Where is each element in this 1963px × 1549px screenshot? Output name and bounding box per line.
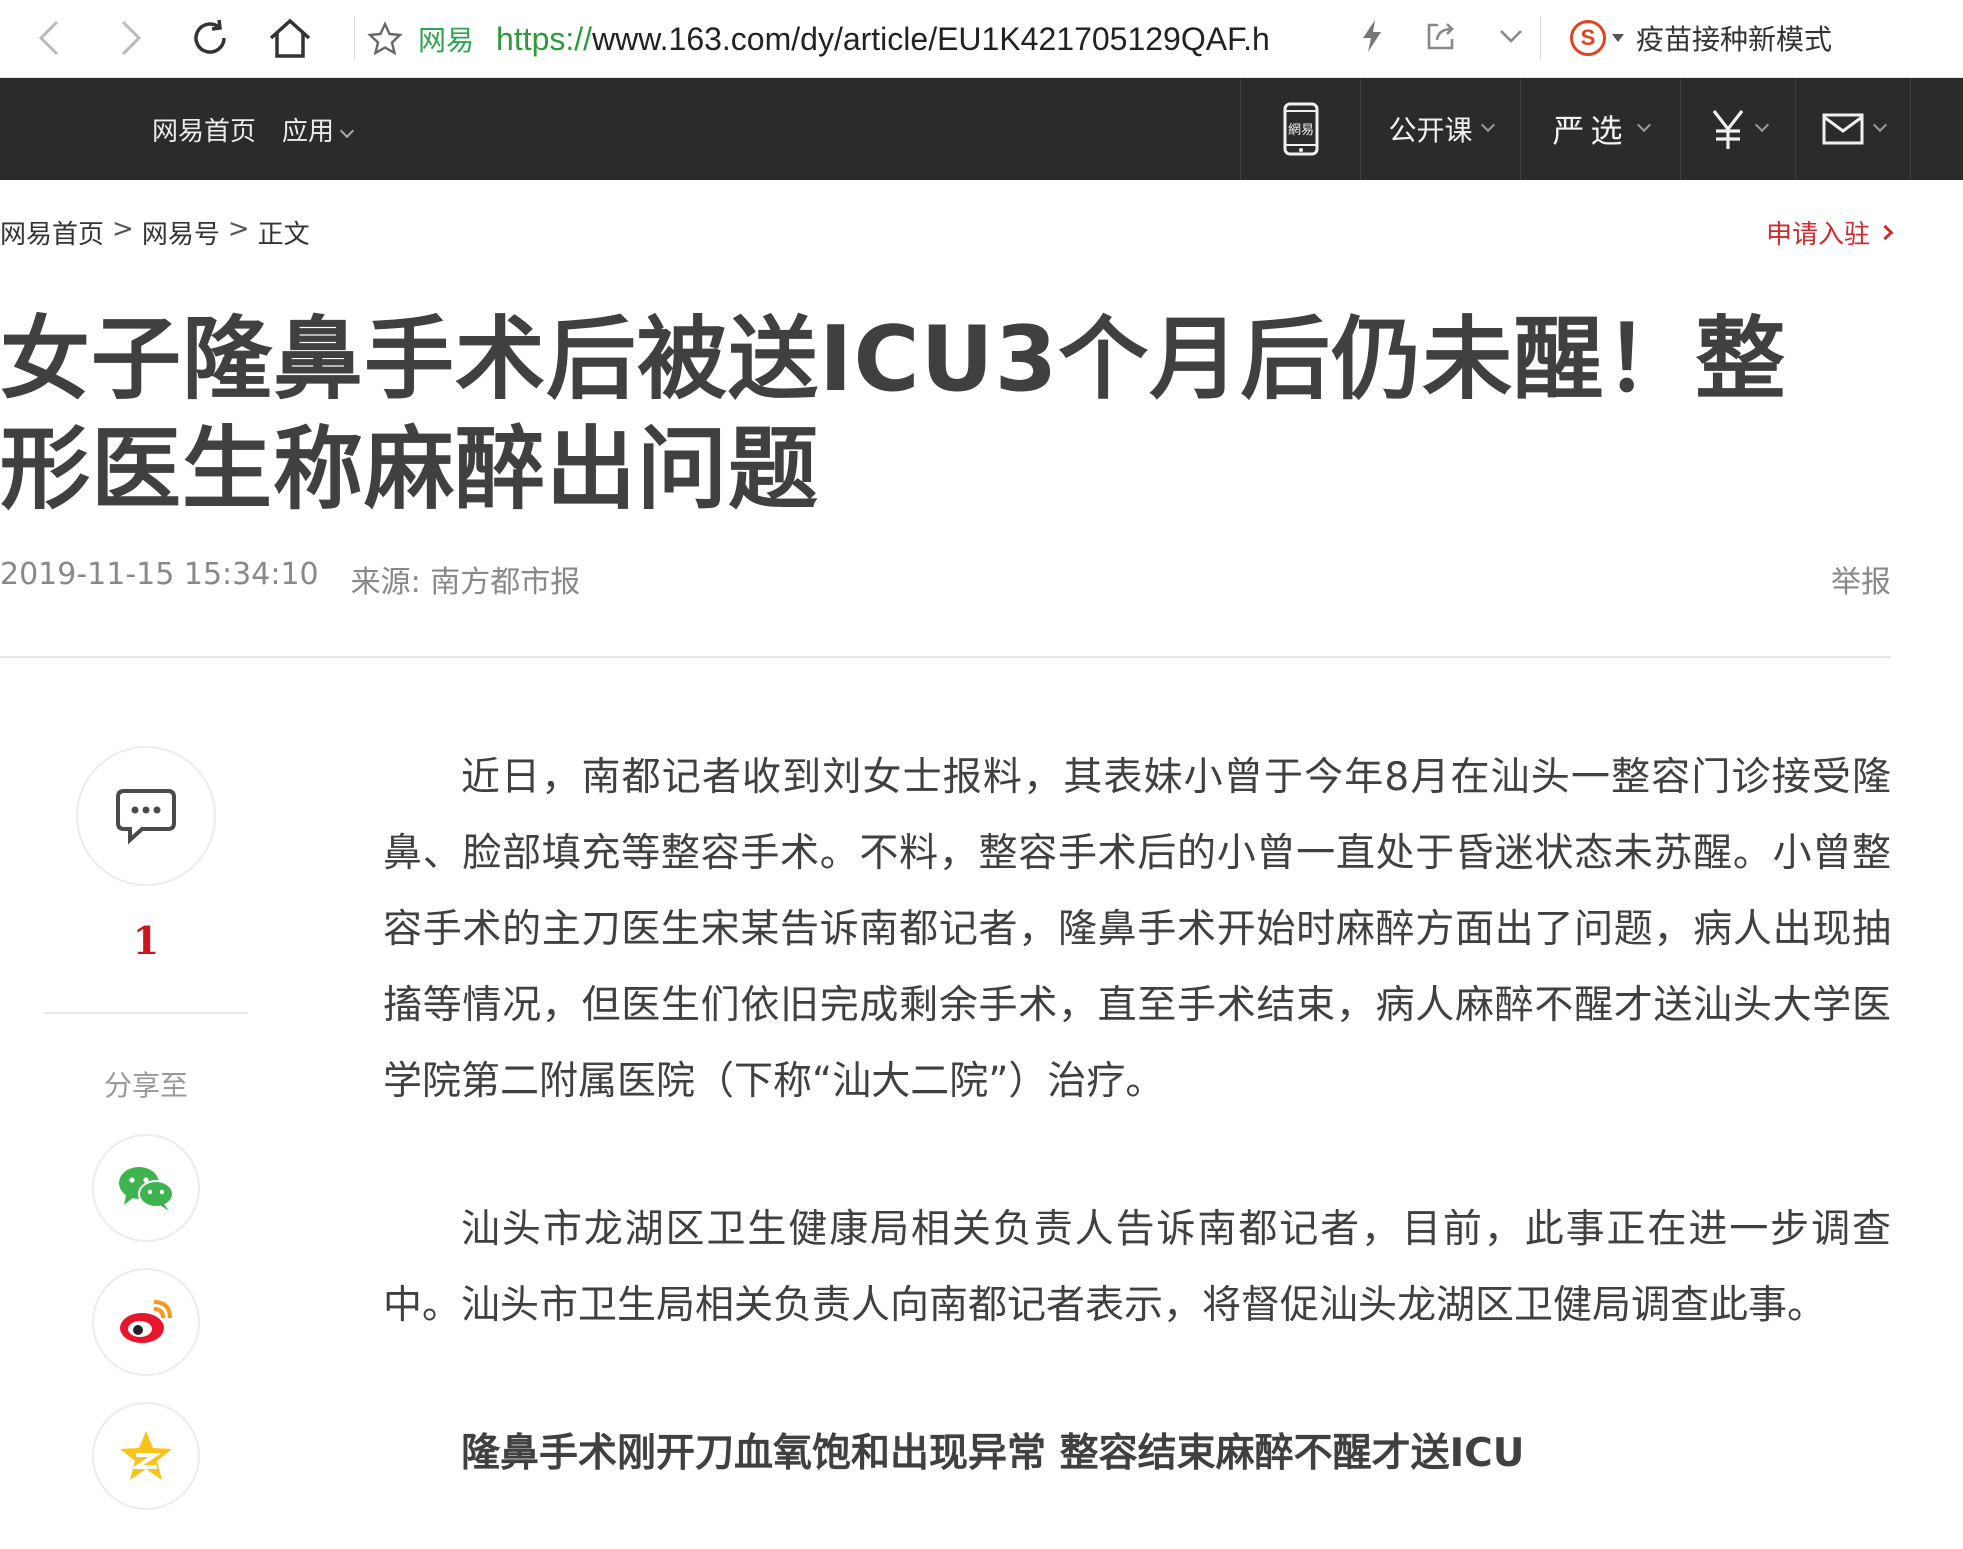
url-scheme: https:// <box>496 20 593 57</box>
header-divider <box>0 656 1891 658</box>
reload-icon <box>194 19 226 54</box>
chevron-right-icon <box>1877 224 1894 241</box>
breadcrumb: 网易首页 > 网易号 > 正文 <box>0 214 310 251</box>
comment-count[interactable]: 1 <box>76 918 216 963</box>
nav-home-link[interactable]: 网易首页 <box>152 111 256 148</box>
site-nav-right: 網易 公开课 严选 <box>1240 78 1950 180</box>
toolbar-divider <box>354 16 355 60</box>
url-text[interactable]: https://www.163.com/dy/article/EU1K42170… <box>496 21 1306 58</box>
share-qzone-button[interactable] <box>92 1402 200 1510</box>
finance-menu[interactable] <box>1680 78 1795 180</box>
article-source[interactable]: 来源: 南方都市报 <box>351 557 581 601</box>
apply-join-label: 申请入驻 <box>1765 220 1870 250</box>
home-icon <box>269 18 311 58</box>
lightning-icon[interactable] <box>1360 18 1384 58</box>
home-button[interactable] <box>266 14 314 62</box>
bookmark-star-icon[interactable] <box>360 21 410 57</box>
share-page-icon[interactable] <box>1424 19 1458 57</box>
chevron-down-icon <box>1754 117 1770 133</box>
site-nav-left: 网易首页 应用 <box>152 78 355 180</box>
breadcrumb-home[interactable]: 网易首页 <box>0 214 104 251</box>
open-course-label: 公开课 <box>1388 114 1473 147</box>
url-path: www.163.com/dy/article/EU1K421705129QAF.… <box>592 20 1270 57</box>
caret-down-icon <box>1612 34 1624 42</box>
open-course-menu[interactable]: 公开课 <box>1360 78 1520 180</box>
wechat-icon <box>119 1167 174 1211</box>
breadcrumb-current: 正文 <box>257 220 310 250</box>
mobile-app-button[interactable]: 網易 <box>1240 78 1360 180</box>
publish-datetime: 2019-11-15 15:34:10 <box>0 557 319 592</box>
weibo-icon <box>120 1300 172 1343</box>
site-identity-label: 网易 <box>418 24 475 57</box>
chevron-down-icon[interactable] <box>1498 27 1524 49</box>
chevron-down-icon <box>1480 117 1495 133</box>
yanxuan-label: 严选 <box>1552 112 1629 150</box>
share-divider <box>44 1012 248 1014</box>
search-hint-text[interactable]: 疫苗接种新模式 <box>1636 18 1832 58</box>
article-subheading: 隆鼻手术刚开刀血氧饱和出现异常 整容结束麻醉不醒才送ICU <box>461 1431 1525 1476</box>
share-weibo-button[interactable] <box>92 1268 200 1376</box>
breadcrumb-separator: > <box>112 214 134 244</box>
share-wechat-button[interactable] <box>92 1134 200 1242</box>
chevron-down-icon <box>1872 117 1888 133</box>
chevron-left-icon <box>38 20 59 56</box>
article-paragraph: 近日，南都记者收到刘女士报料，其表妹小曾于今年8月在汕头一整容门诊接受隆鼻、脸部… <box>383 755 1891 1104</box>
phone-brand-text: 網易 <box>1287 123 1313 138</box>
address-tools <box>1360 18 1524 58</box>
nav-overflow[interactable] <box>1910 78 1950 180</box>
reload-button[interactable] <box>186 14 234 62</box>
share-label: 分享至 <box>103 1069 188 1102</box>
comment-icon <box>116 789 176 845</box>
mobile-phone-icon: 網易 <box>1283 102 1318 156</box>
search-engine-selector[interactable]: S 疫苗接种新模式 <box>1570 18 1832 58</box>
chevron-right-icon <box>121 20 142 56</box>
breadcrumb-channel[interactable]: 网易号 <box>142 214 220 251</box>
article-meta: 2019-11-15 15:34:10 来源: 南方都市报 <box>0 557 580 601</box>
site-nav-bar: 网易首页 应用 網易 公开课 严选 <box>0 78 1963 180</box>
sogou-icon: S <box>1570 20 1606 56</box>
browser-toolbar: 网易 https://www.163.com/dy/article/EU1K42… <box>0 0 1963 78</box>
mail-menu[interactable] <box>1795 78 1910 180</box>
article-title: 女子隆鼻手术后被送ICU3个月后仍未醒！整形医生称麻醉出问题 <box>0 307 1787 522</box>
address-bar[interactable]: 网易 https://www.163.com/dy/article/EU1K42… <box>360 8 1530 70</box>
report-link[interactable]: 举报 <box>1831 557 1891 601</box>
forward-button[interactable] <box>106 14 154 62</box>
nav-apps-menu[interactable]: 应用 <box>282 111 355 148</box>
apply-join-link[interactable]: 申请入驻 <box>1765 214 1894 251</box>
yen-icon <box>1712 110 1744 149</box>
breadcrumb-separator: > <box>227 214 250 244</box>
chevron-down-icon <box>339 123 355 138</box>
chevron-down-icon <box>1636 117 1651 133</box>
article-body: 近日，南都记者收到刘女士报料，其表妹小曾于今年8月在汕头一整容门诊接受隆鼻、脸部… <box>383 740 1891 1492</box>
article-paragraph: 汕头市龙湖区卫生健康局相关负责人告诉南都记者，目前，此事正在进一步调查中。汕头市… <box>383 1207 1891 1328</box>
comment-button[interactable] <box>76 746 216 886</box>
qzone-icon <box>120 1431 172 1480</box>
yanxuan-menu[interactable]: 严选 <box>1520 78 1680 180</box>
back-button[interactable] <box>26 14 74 62</box>
toolbar-divider <box>1540 16 1541 60</box>
mail-icon <box>1822 113 1864 145</box>
nav-apps-label: 应用 <box>282 116 335 147</box>
